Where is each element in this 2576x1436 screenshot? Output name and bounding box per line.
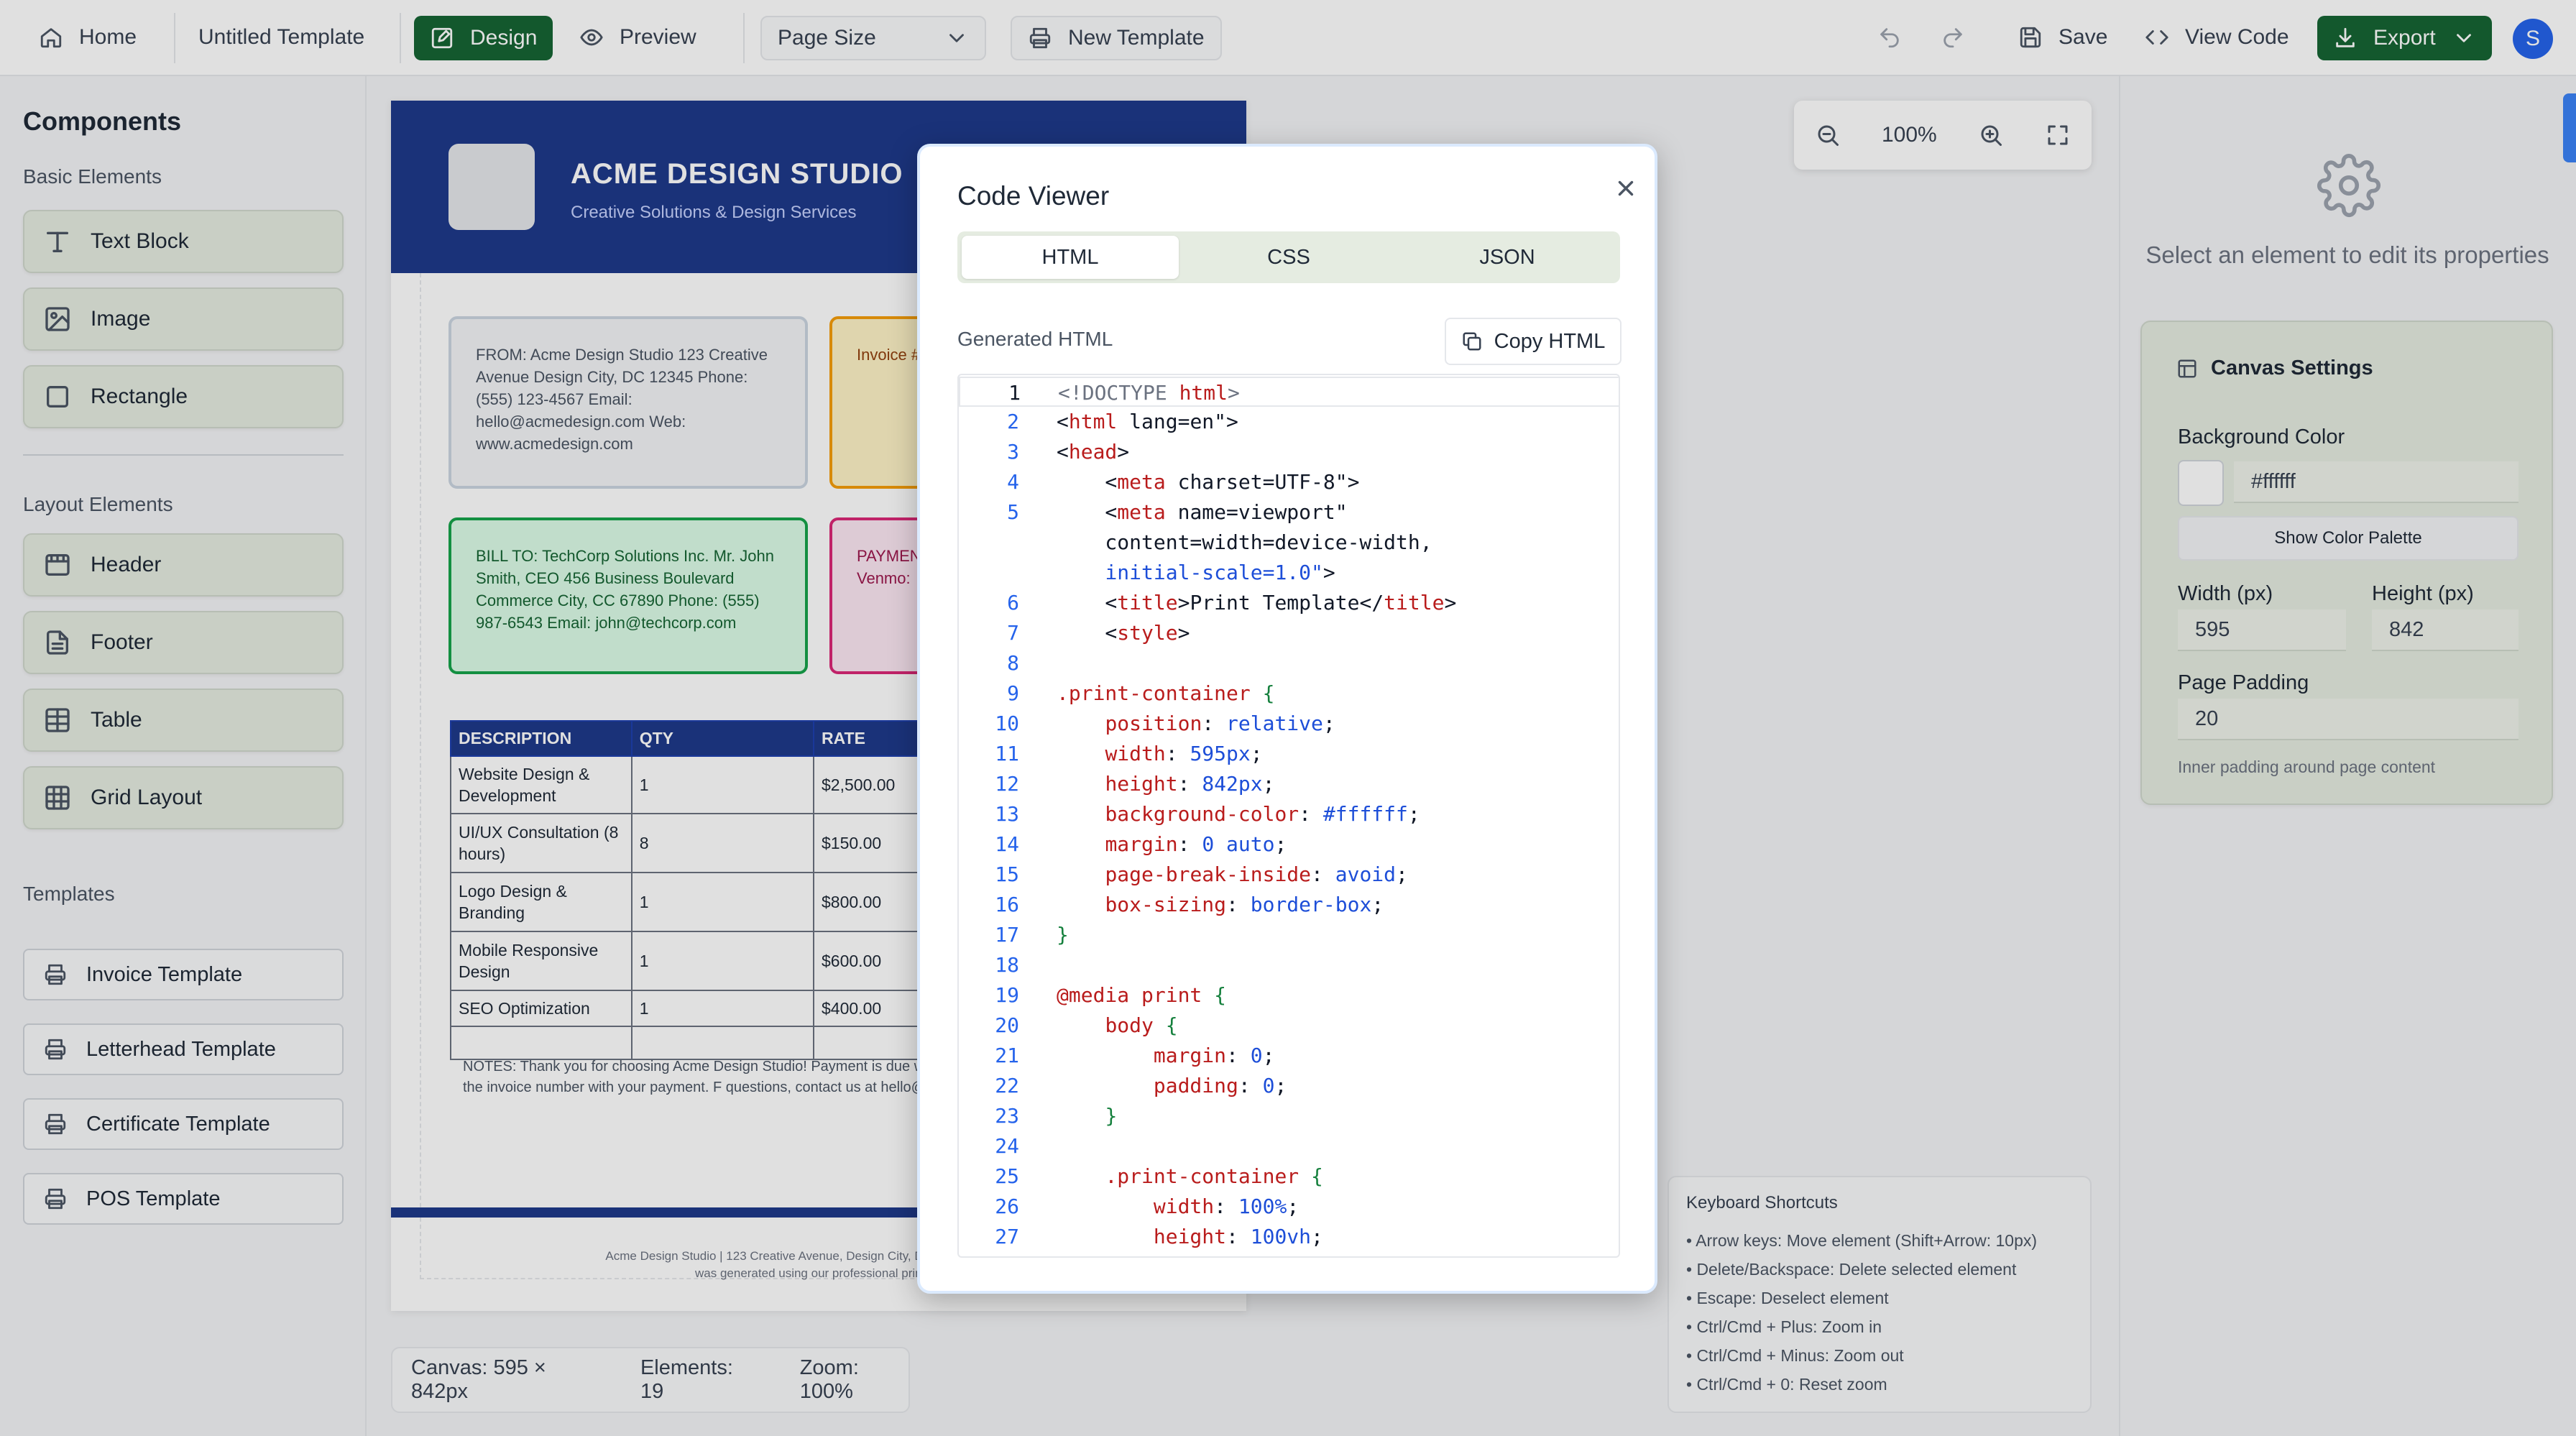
code-viewer-modal: Code Viewer HTML CSS JSON Generated HTML… <box>917 144 1657 1294</box>
code-editor[interactable]: 1 <!DOCTYPE html> 2 <html lang=en"> 3 <head> 4… <box>957 374 1620 1258</box>
code-line: 10 position: relative; <box>959 709 1619 739</box>
code-text: } <box>1105 1104 1118 1128</box>
code-text: content=width=device-width, <box>1057 530 1432 554</box>
code-line: 18 <box>959 950 1619 980</box>
tab-html[interactable]: HTML <box>962 236 1179 279</box>
code-line: 16 box-sizing: border-box; <box>959 890 1619 920</box>
line-number: 1 <box>1008 381 1021 405</box>
code-line: 13 background-color: #ffffff; <box>959 799 1619 829</box>
code-text: <html lang=en"> <box>1057 410 1238 433</box>
code-line: 23 } <box>959 1101 1619 1131</box>
line-number: 23 <box>995 1104 1019 1128</box>
line-number: 18 <box>995 953 1019 977</box>
code-text: height: 100vh; <box>1153 1225 1323 1248</box>
code-text: background-color: #ffffff; <box>1105 802 1420 826</box>
code-line: 1 <!DOCTYPE html> <box>959 377 1619 407</box>
code-line: 19 @media print { <box>959 980 1619 1011</box>
line-number: 13 <box>995 802 1019 826</box>
line-number: 26 <box>995 1195 1019 1218</box>
code-line: 14 margin: 0 auto; <box>959 829 1619 860</box>
code-text: } <box>1057 923 1069 947</box>
code-line: 6 <title>Print Template</title> <box>959 588 1619 618</box>
line-number: 6 <box>1007 591 1019 615</box>
code-line: content=width=device-width, <box>959 528 1619 558</box>
copy-icon <box>1461 331 1483 352</box>
line-number: 22 <box>995 1074 1019 1097</box>
code-text: height: 842px; <box>1105 772 1275 796</box>
code-line: 22 padding: 0; <box>959 1071 1619 1101</box>
line-number: 21 <box>995 1044 1019 1067</box>
code-text: <style> <box>1057 621 1190 645</box>
line-number: 7 <box>1007 621 1019 645</box>
code-line: 2 <html lang=en"> <box>959 407 1619 437</box>
line-number: 15 <box>995 862 1019 886</box>
line-number: 11 <box>995 742 1019 765</box>
code-text: .print-container { <box>1057 681 1275 705</box>
code-text: <title>Print Template</title> <box>1057 591 1457 615</box>
code-line: 26 width: 100%; <box>959 1192 1619 1222</box>
code-line: 12 height: 842px; <box>959 769 1619 799</box>
code-line: 7 <style> <box>959 618 1619 648</box>
code-text: .print-container { <box>1105 1164 1323 1188</box>
code-line: 11 width: 595px; <box>959 739 1619 769</box>
line-number: 14 <box>995 832 1019 856</box>
code-line: 24 <box>959 1131 1619 1161</box>
code-line: 3 <head> <box>959 437 1619 467</box>
line-number: 5 <box>1007 500 1019 524</box>
code-line: 25 .print-container { <box>959 1161 1619 1192</box>
code-text: margin: 0 auto; <box>1105 832 1287 856</box>
code-text: @media print { <box>1057 983 1227 1007</box>
close-icon[interactable] <box>1610 172 1642 204</box>
copy-html-label: Copy HTML <box>1494 329 1606 353</box>
code-text: <meta name=viewport" <box>1057 500 1348 524</box>
line-number: 4 <box>1007 470 1019 494</box>
code-line: 9 .print-container { <box>959 678 1619 709</box>
code-line: 21 margin: 0; <box>959 1041 1619 1071</box>
code-text: margin: 0; <box>1153 1044 1275 1067</box>
code-text: <!DOCTYPE html> <box>1058 381 1240 405</box>
line-number: 19 <box>995 983 1019 1007</box>
line-number: 12 <box>995 772 1019 796</box>
code-text: <head> <box>1057 440 1130 464</box>
code-text: box-sizing: border-box; <box>1105 893 1384 916</box>
code-line: 20 body { <box>959 1011 1619 1041</box>
code-tabs: HTML CSS JSON <box>957 231 1620 283</box>
code-line: 4 <meta charset=UTF-8"> <box>959 467 1619 497</box>
code-line: 15 page-break-inside: avoid; <box>959 860 1619 890</box>
code-text: page-break-inside: avoid; <box>1105 862 1408 886</box>
line-number: 17 <box>995 923 1019 947</box>
tab-css[interactable]: CSS <box>1180 236 1397 279</box>
code-line: 27 height: 100vh; <box>959 1222 1619 1252</box>
code-text: initial-scale=1.0"> <box>1105 561 1335 584</box>
code-text: width: 100%; <box>1153 1195 1300 1218</box>
line-number: 25 <box>995 1164 1019 1188</box>
line-number: 3 <box>1007 440 1019 464</box>
tab-json[interactable]: JSON <box>1399 236 1616 279</box>
line-number: 24 <box>995 1134 1019 1158</box>
line-number: 8 <box>1007 651 1019 675</box>
copy-html-button[interactable]: Copy HTML <box>1445 318 1622 365</box>
code-text: width: 595px; <box>1105 742 1263 765</box>
code-line: 5 <meta name=viewport" <box>959 497 1619 528</box>
line-number: 2 <box>1007 410 1019 433</box>
line-number: 16 <box>995 893 1019 916</box>
line-number: 9 <box>1007 681 1019 705</box>
code-text: body { <box>1105 1013 1178 1037</box>
code-text: padding: 0; <box>1153 1074 1287 1097</box>
code-text: <meta charset=UTF-8"> <box>1057 470 1360 494</box>
code-line: 8 <box>959 648 1619 678</box>
generated-code-label: Generated HTML <box>957 328 1113 350</box>
code-line: initial-scale=1.0"> <box>959 558 1619 588</box>
modal-title: Code Viewer <box>957 181 1110 211</box>
line-number: 20 <box>995 1013 1019 1037</box>
line-number: 27 <box>995 1225 1019 1248</box>
line-number: 10 <box>995 712 1019 735</box>
code-line: 17} <box>959 920 1619 950</box>
code-text: position: relative; <box>1105 712 1335 735</box>
